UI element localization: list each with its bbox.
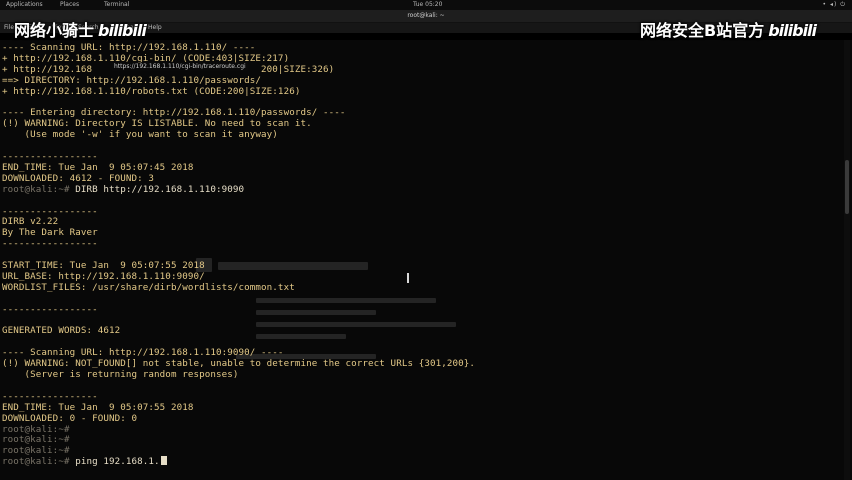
terminal-line: DOWNLOADED: 0 - FOUND: 0 [2,412,138,424]
clock[interactable]: Tue 05:20 [413,0,442,10]
scrollbar-thumb[interactable] [845,160,849,214]
terminal-line: START_TIME: Tue Jan 9 05:07:55 2018 [2,260,205,271]
menu-file[interactable]: File [4,23,14,33]
terminal-line: (!) WARNING: NOT_FOUND[] not stable, una… [2,358,476,370]
watermark-left-text: 网络小骑士 [14,21,95,40]
watermark-left: 网络小骑士 bilibili [14,17,147,41]
terminal-cursor[interactable] [160,456,167,466]
url-tooltip: https://192.168.1.110/cgi-bin/traceroute… [112,62,248,71]
terminal-prompt-line: root@kali:~# [2,445,70,456]
shell-prompt: root@kali:~# [2,456,70,468]
terminal-scrollbar[interactable] [844,40,850,480]
shell-prompt: root@kali:~# [2,183,70,195]
terminal-line: (Use mode '-w' if you want to scan it an… [2,129,278,141]
terminal-line: ---- Scanning URL: http://192.168.1.110/… [2,42,256,53]
terminal-line: ----------------- [2,238,98,250]
terminal-line: ----------------- [2,390,98,402]
terminal-line: DOWNLOADED: 4612 - FOUND: 3 [2,172,155,184]
terminal-line: GENERATED WORDS: 4612 [2,325,121,337]
shell-prompt: root@kali:~# [2,423,70,435]
menu-help[interactable]: Help [148,23,162,33]
shell-command: DIRB http://192.168.1.110:9090 [69,183,245,195]
bilibili-logo-right: bilibili [768,21,817,40]
terminal-line: ----------------- [2,151,98,162]
system-top-bar: Applications Places Terminal Tue 05:20 •… [0,0,852,10]
terminal-prompt-line: root@kali:~# [2,434,70,445]
terminal-line: ==> DIRECTORY: http://192.168.1.110/pass… [2,74,262,86]
terminal-line: DIRB v2.22 [2,216,59,228]
shell-prompt: root@kali:~# [2,445,70,457]
terminal-line: By The Dark Raver [2,227,98,239]
terminal-prompt-line: root@kali:~# ping 192.168.1. [2,456,167,467]
terminal-output[interactable]: ---- Scanning URL: http://192.168.1.110/… [0,40,852,480]
bilibili-logo-left: bilibili [98,21,147,40]
terminal-app-menu[interactable]: Terminal [104,0,129,10]
terminal-line: END_TIME: Tue Jan 9 05:07:45 2018 [2,161,194,173]
terminal-line: (Server is returning random responses) [2,369,239,380]
terminal-line: URL_BASE: http://192.168.1.110:9090/ [2,270,205,282]
terminal-line: (!) WARNING: Directory IS LISTABLE. No n… [2,118,312,130]
applications-menu[interactable]: Applications [6,0,43,10]
window-title: root@kali: ~ [407,12,445,19]
system-status-icons[interactable]: • ◂) ⏻ [823,0,846,10]
terminal-line: ----------------- [2,205,98,217]
terminal-line: + http://192.168.1.110/robots.txt (CODE:… [2,85,301,97]
text-cursor-pointer [407,273,409,283]
terminal-line: ---- Entering directory: http://192.168.… [2,107,346,119]
terminal-line: END_TIME: Tue Jan 9 05:07:55 2018 [2,401,194,413]
terminal-line: WORDLIST_FILES: /usr/share/dirb/wordlist… [2,281,295,293]
terminal-line: ---- Scanning URL: http://192.168.1.110:… [2,347,284,359]
shell-prompt: root@kali:~# [2,434,70,446]
terminal-prompt-line: root@kali:~# DIRB http://192.168.1.110:9… [2,184,244,195]
watermark-right-text: 网络安全B站官方 [640,21,765,40]
places-menu[interactable]: Places [60,0,79,10]
shell-command: ping 192.168.1. [69,456,160,468]
terminal-prompt-line: root@kali:~# [2,424,70,435]
terminal-line: ----------------- [2,303,98,315]
watermark-right: 网络安全B站官方 bilibili [640,17,817,41]
